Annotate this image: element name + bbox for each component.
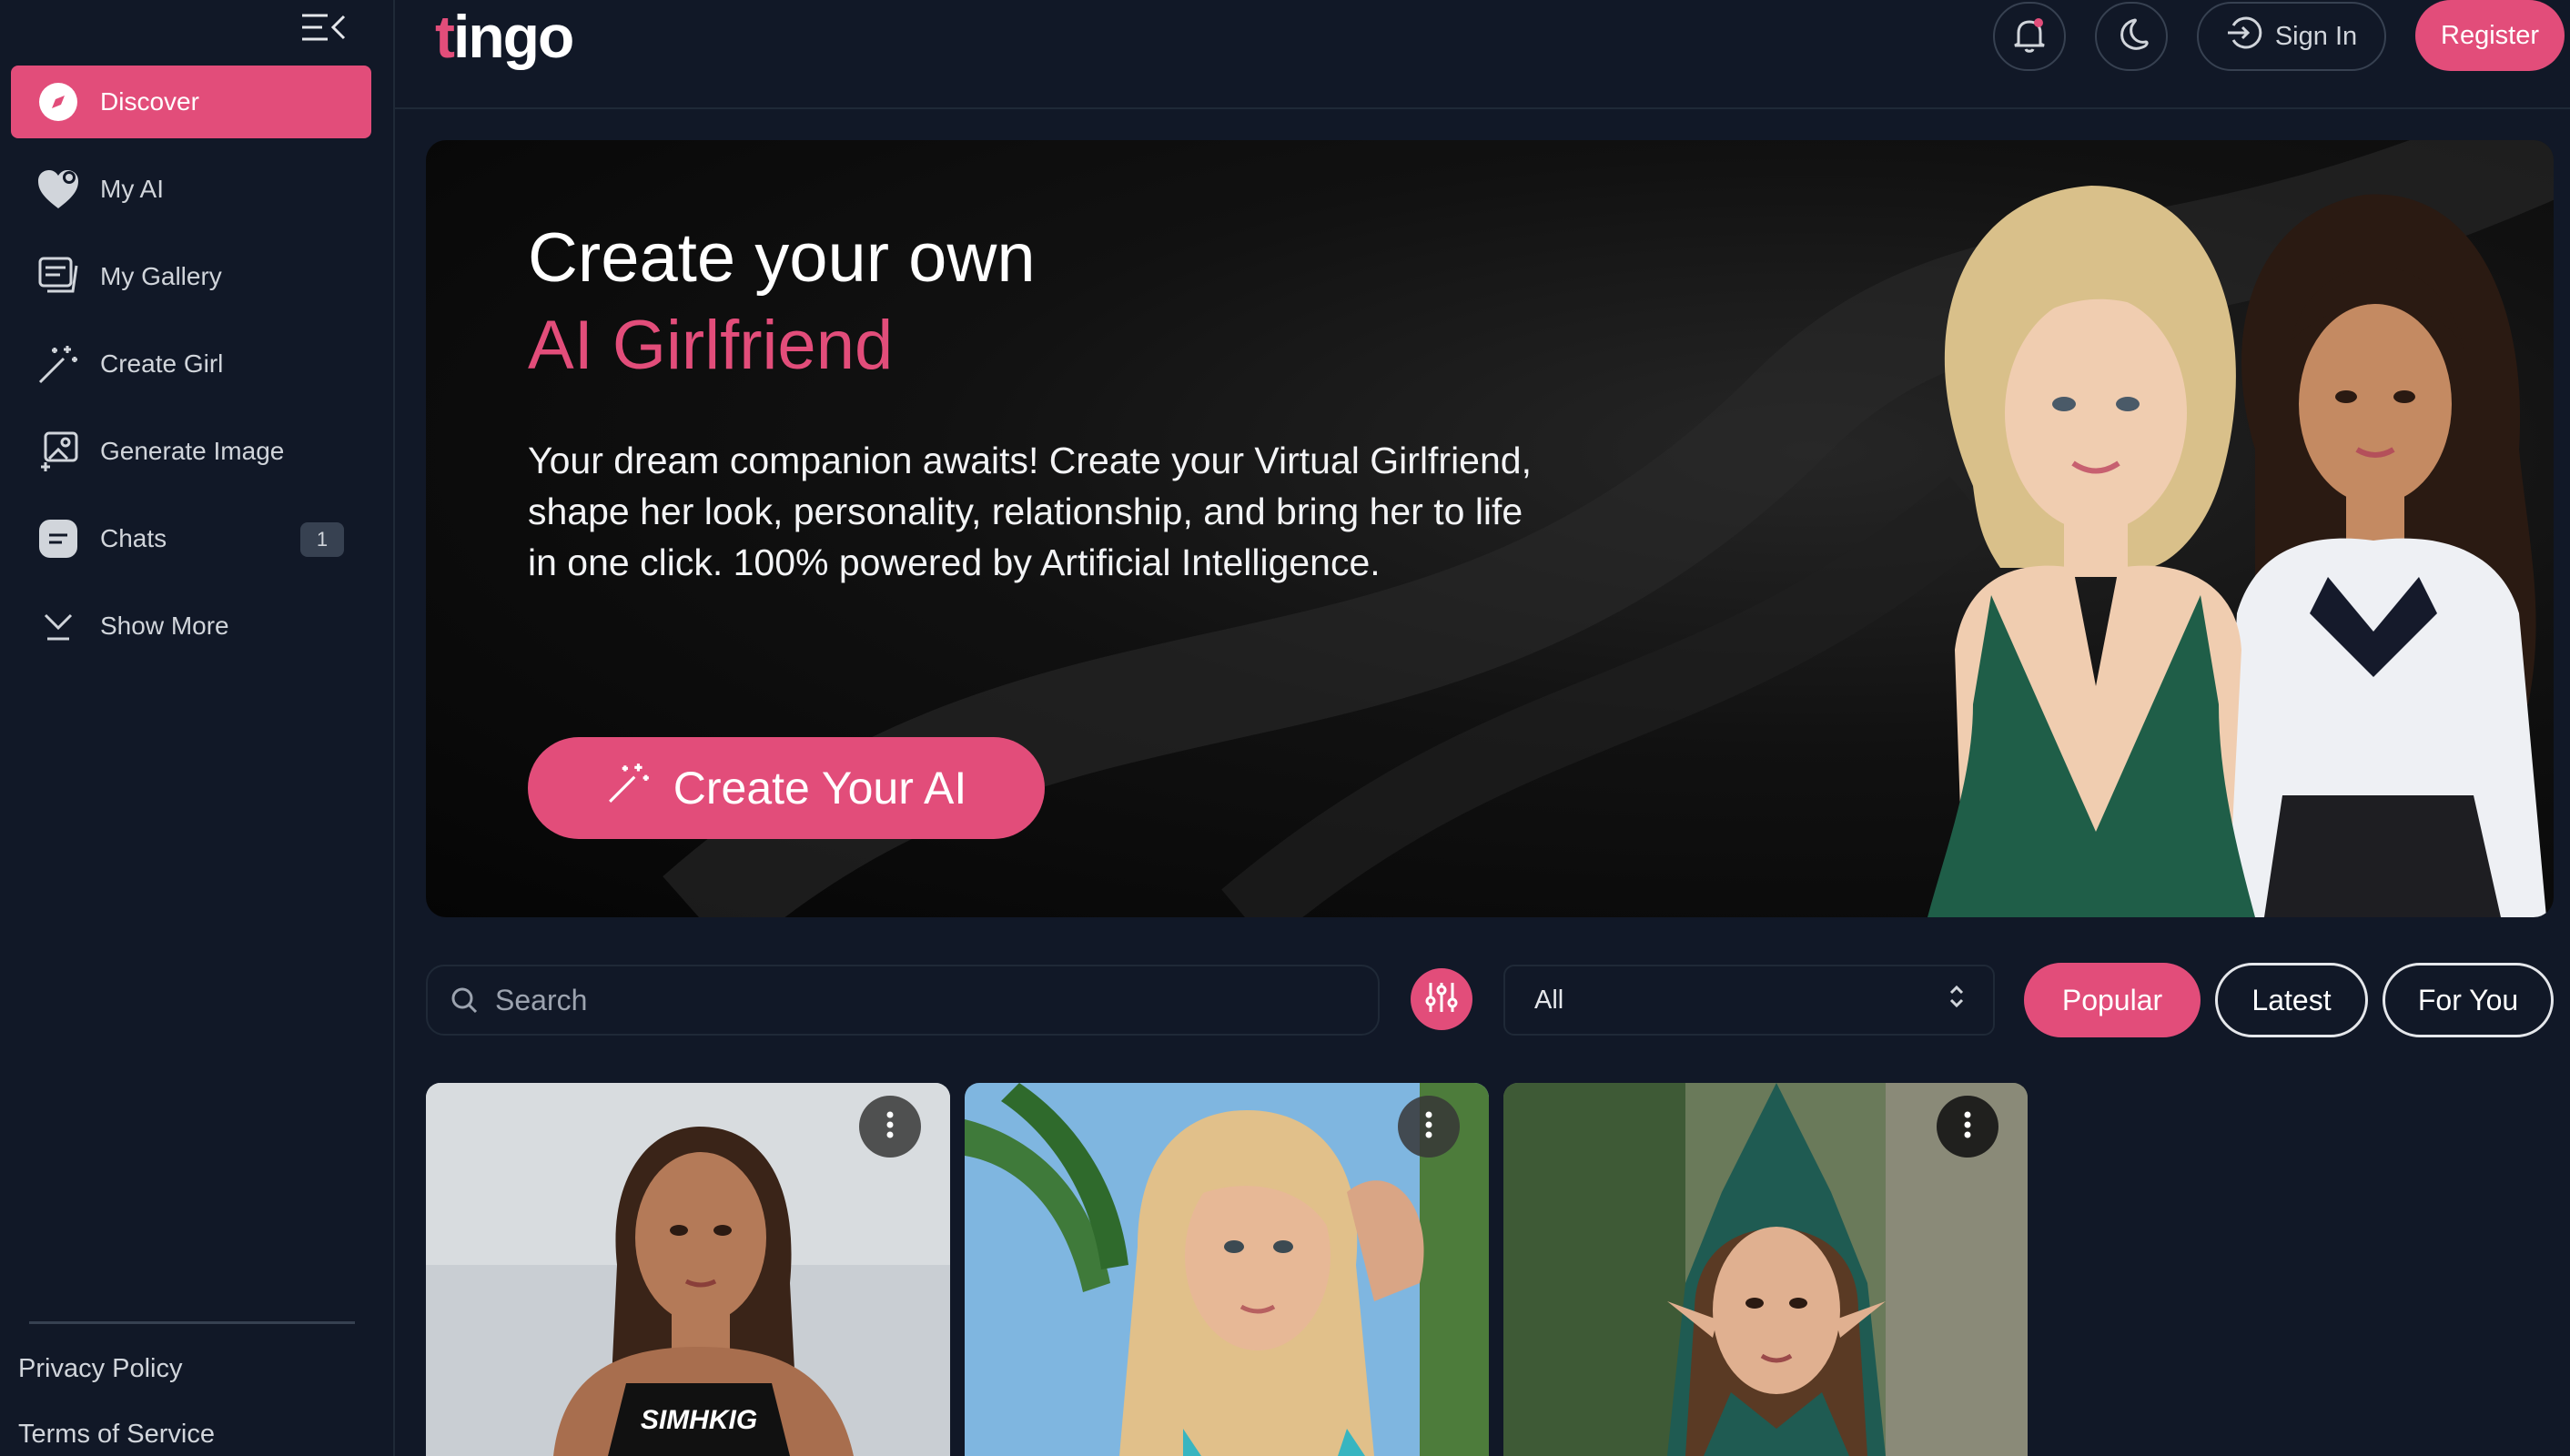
heart-icon <box>35 166 82 213</box>
hero-description: Your dream companion awaits! Create your… <box>528 440 1532 583</box>
theme-toggle-button[interactable] <box>2095 2 2168 71</box>
compass-icon <box>35 78 82 126</box>
sign-in-icon <box>2226 15 2262 58</box>
category-select-value: All <box>1534 985 1564 1015</box>
register-button[interactable]: Register <box>2415 0 2565 71</box>
privacy-policy-link[interactable]: Privacy Policy <box>18 1354 183 1384</box>
card-menu-button[interactable] <box>1937 1096 1998 1158</box>
sidebar-item-label: My Gallery <box>100 262 222 290</box>
tab-latest[interactable]: Latest <box>2215 963 2368 1037</box>
hero-title: Create your own <box>528 219 1036 297</box>
filters-button[interactable] <box>1411 968 1472 1030</box>
card-menu-button[interactable] <box>859 1096 921 1158</box>
image-plus-icon <box>35 428 82 475</box>
shirt-logo: SIMHKIG <box>641 1405 757 1435</box>
character-card[interactable]: SIMHKIG <box>426 1083 950 1456</box>
chat-icon <box>35 515 82 562</box>
logo[interactable]: tingo <box>435 2 574 70</box>
sign-in-label: Sign In <box>2274 21 2358 51</box>
sidebar-item-chats[interactable]: Chats 1 <box>11 502 371 575</box>
more-vertical-icon <box>886 1111 894 1143</box>
collapse-sidebar-icon[interactable] <box>300 11 348 44</box>
chevron-down-icon <box>35 602 82 650</box>
sidebar-item-my-ai[interactable]: My AI <box>11 153 371 226</box>
chevron-up-down-icon <box>1946 982 1968 1018</box>
magic-wand-icon <box>35 340 82 388</box>
sidebar-item-discover[interactable]: Discover <box>11 66 371 138</box>
search-icon <box>450 986 479 1015</box>
tab-for-you[interactable]: For You <box>2383 963 2554 1037</box>
sliders-icon <box>1422 977 1462 1022</box>
sidebar-item-create-girl[interactable]: Create Girl <box>11 328 371 400</box>
sign-in-button[interactable]: Sign In <box>2197 2 2386 71</box>
create-your-ai-button[interactable]: Create Your AI <box>528 737 1045 839</box>
cta-label: Create Your AI <box>673 763 967 814</box>
sidebar-item-label: Create Girl <box>100 349 224 378</box>
sidebar-item-label: Chats <box>100 524 167 552</box>
sidebar-item-generate-image[interactable]: Generate Image <box>11 415 371 488</box>
sidebar-item-label: My AI <box>100 175 165 203</box>
terms-of-service-link[interactable]: Terms of Service <box>18 1420 215 1450</box>
hero-illustration <box>1928 186 2546 917</box>
sidebar-item-label: Generate Image <box>100 437 285 465</box>
character-card[interactable] <box>1503 1083 2028 1456</box>
sidebar-item-label: Discover <box>100 87 199 116</box>
sidebar-item-my-gallery[interactable]: My Gallery <box>11 240 371 313</box>
logo-text: ingo <box>452 3 574 70</box>
character-card[interactable] <box>965 1083 1489 1456</box>
hero-banner: Create your own AI Girlfriend Your dream… <box>426 140 2554 917</box>
sidebar-divider <box>29 1321 355 1324</box>
sidebar: Discover My AI My Gallery Create Girl Ge… <box>0 0 395 1456</box>
hero-title-highlight: AI Girlfriend <box>528 307 894 384</box>
sidebar-item-label: Show More <box>100 612 229 640</box>
card-menu-button[interactable] <box>1398 1096 1460 1158</box>
magic-wand-icon <box>606 760 652 816</box>
chats-count-badge: 1 <box>300 522 344 557</box>
gallery-icon <box>35 253 82 300</box>
category-select[interactable]: All <box>1503 965 1995 1036</box>
more-vertical-icon <box>1425 1111 1432 1143</box>
notifications-button[interactable] <box>1993 2 2066 71</box>
sidebar-item-show-more[interactable]: Show More <box>11 590 371 662</box>
tab-popular[interactable]: Popular <box>2024 963 2201 1037</box>
bell-icon <box>2009 15 2049 59</box>
more-vertical-icon <box>1964 1111 1971 1143</box>
search-box <box>426 965 1380 1036</box>
search-input[interactable] <box>495 983 1314 1017</box>
moon-icon <box>2111 15 2151 59</box>
